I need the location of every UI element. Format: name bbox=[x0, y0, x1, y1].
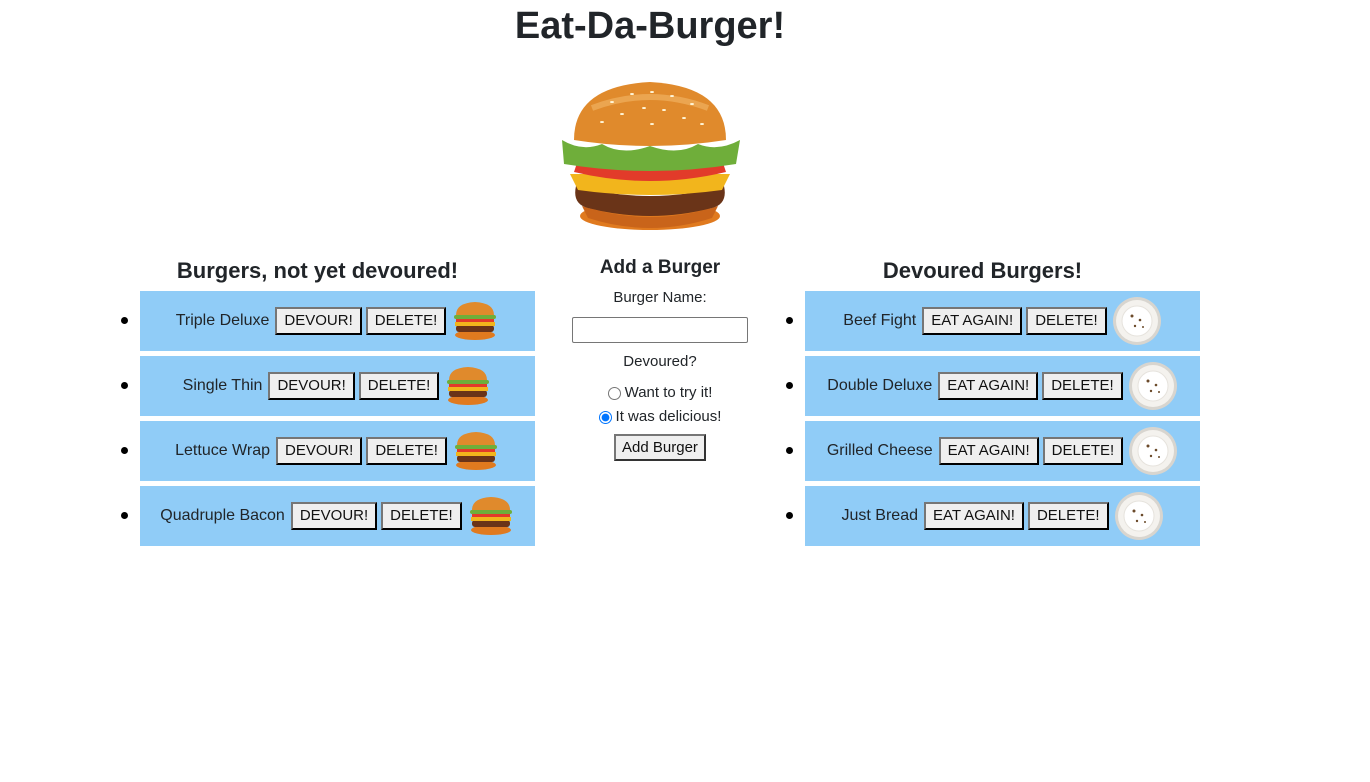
page-title: Eat-Da-Burger! bbox=[514, 5, 786, 47]
list-item: Quadruple Bacon DEVOUR! DELETE! bbox=[121, 486, 535, 546]
burger-name: Grilled Cheese bbox=[826, 442, 933, 459]
list-bullet bbox=[786, 317, 793, 324]
devour-button[interactable]: DEVOUR! bbox=[268, 372, 355, 400]
delete-button[interactable]: DELETE! bbox=[365, 307, 447, 335]
radio-option-delicious: It was delicious! bbox=[560, 405, 760, 429]
burger-thumbnail-icon bbox=[447, 367, 490, 405]
eat-again-button[interactable]: EAT AGAIN! bbox=[923, 502, 1024, 530]
burger-name: Just Bread bbox=[841, 507, 918, 524]
eat-again-button[interactable]: EAT AGAIN! bbox=[922, 307, 1023, 335]
list-item: Double Deluxe EAT AGAIN! DELETE! bbox=[786, 356, 1200, 416]
eat-again-button[interactable]: EAT AGAIN! bbox=[938, 437, 1039, 465]
not-devoured-heading: Burgers, not yet devoured! bbox=[176, 258, 459, 283]
burger-name-input[interactable] bbox=[572, 317, 748, 343]
burger-name: Single Thin bbox=[182, 377, 263, 394]
radio-option-try: Want to try it! bbox=[560, 381, 760, 405]
burger-name: Quadruple Bacon bbox=[160, 507, 285, 524]
list-bullet bbox=[786, 382, 793, 389]
delete-button[interactable]: DELETE! bbox=[1042, 437, 1124, 465]
devour-button[interactable]: DEVOUR! bbox=[276, 437, 363, 465]
list-item: Grilled Cheese EAT AGAIN! DELETE! bbox=[786, 421, 1200, 481]
delete-button[interactable]: DELETE! bbox=[366, 437, 447, 465]
empty-plate-icon bbox=[1112, 297, 1161, 345]
devoured-label: Devoured? bbox=[623, 353, 697, 370]
list-bullet bbox=[121, 382, 128, 389]
burger-name: Triple Deluxe bbox=[175, 312, 270, 329]
want-to-try-label: Want to try it! bbox=[624, 384, 713, 401]
empty-plate-icon bbox=[1114, 492, 1163, 540]
burger-hero-image bbox=[562, 82, 740, 230]
list-item: Lettuce Wrap DEVOUR! DELETE! bbox=[121, 421, 535, 481]
delete-button[interactable]: DELETE! bbox=[1027, 502, 1109, 530]
devour-button[interactable]: DEVOUR! bbox=[275, 307, 362, 335]
burger-name-label: Burger Name: bbox=[613, 289, 707, 306]
eat-again-button[interactable]: EAT AGAIN! bbox=[938, 372, 1039, 400]
was-delicious-radio[interactable] bbox=[598, 410, 612, 424]
devoured-heading: Devoured Burgers! bbox=[882, 258, 1083, 283]
burger-name: Beef Fight bbox=[843, 312, 917, 329]
burger-thumbnail-icon bbox=[454, 432, 497, 470]
want-to-try-radio[interactable] bbox=[607, 386, 621, 400]
list-item: Just Bread EAT AGAIN! DELETE! bbox=[786, 486, 1200, 546]
list-item: Triple Deluxe DEVOUR! DELETE! bbox=[121, 291, 535, 351]
list-bullet bbox=[121, 317, 128, 324]
list-item: Beef Fight EAT AGAIN! DELETE! bbox=[786, 291, 1200, 351]
delete-button[interactable]: DELETE! bbox=[358, 372, 440, 400]
list-bullet bbox=[786, 512, 793, 519]
delete-button[interactable]: DELETE! bbox=[1042, 372, 1123, 400]
delete-button[interactable]: DELETE! bbox=[1026, 307, 1107, 335]
was-delicious-label: It was delicious! bbox=[615, 408, 722, 425]
list-bullet bbox=[121, 512, 128, 519]
add-burger-heading: Add a Burger bbox=[599, 257, 721, 278]
delete-button[interactable]: DELETE! bbox=[381, 502, 462, 530]
devoured-list: Beef Fight EAT AGAIN! DELETE! Double Del… bbox=[786, 291, 1200, 551]
empty-plate-icon bbox=[1128, 362, 1177, 410]
devour-button[interactable]: DEVOUR! bbox=[290, 502, 378, 530]
burger-name: Double Deluxe bbox=[827, 377, 933, 394]
empty-plate-icon bbox=[1129, 427, 1178, 475]
not-devoured-list: Triple Deluxe DEVOUR! DELETE! Single Thi… bbox=[121, 291, 535, 551]
burger-thumbnail-icon bbox=[469, 497, 512, 535]
add-burger-form: Add a Burger Burger Name: Devoured? Want… bbox=[560, 256, 760, 461]
list-bullet bbox=[121, 447, 128, 454]
burger-thumbnail-icon bbox=[454, 302, 497, 340]
add-burger-button[interactable]: Add Burger bbox=[614, 434, 706, 461]
burger-name: Lettuce Wrap bbox=[175, 442, 270, 459]
list-item: Single Thin DEVOUR! DELETE! bbox=[121, 356, 535, 416]
list-bullet bbox=[786, 447, 793, 454]
